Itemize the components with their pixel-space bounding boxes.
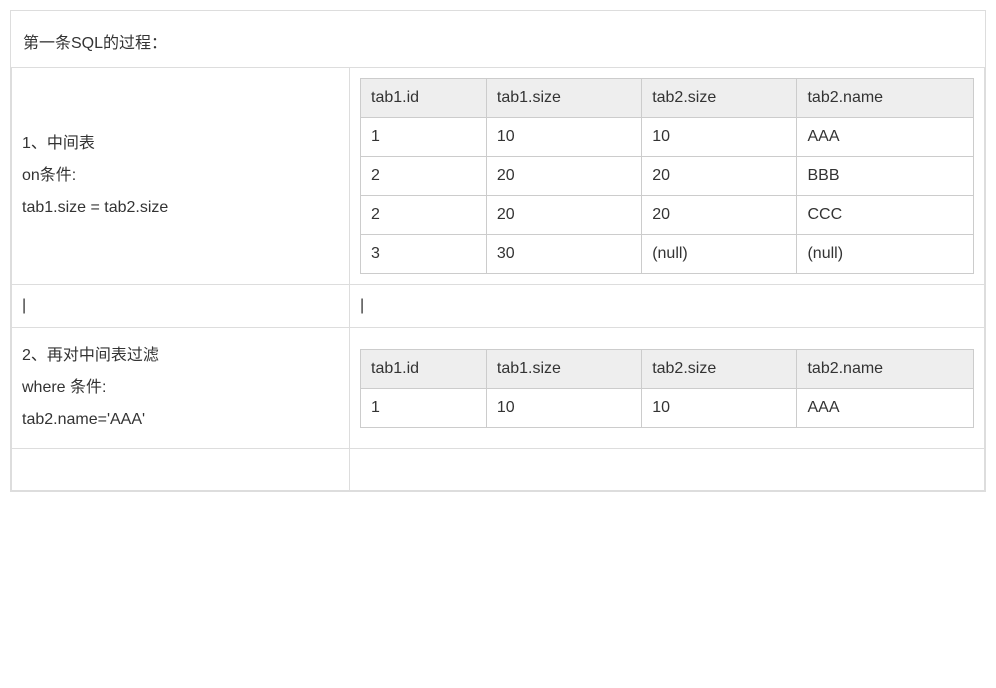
step-1-table-cell: tab1.id tab1.size tab2.size tab2.name 1 … <box>350 68 985 285</box>
separator-row: | | <box>12 285 985 328</box>
cell: 20 <box>642 196 796 234</box>
step-2-line-3: tab2.name='AAA' <box>22 411 145 428</box>
cell: 2 <box>361 196 486 234</box>
empty-cell-left <box>12 449 350 491</box>
table-row: 3 30 (null) (null) <box>361 235 973 273</box>
step-1-description: 1、中间表 on条件: tab1.size = tab2.size <box>12 68 350 285</box>
step-1-line-2: on条件: <box>22 167 76 184</box>
step-2-line-1: 2、再对中间表过滤 <box>22 347 159 364</box>
empty-row <box>12 449 985 491</box>
col-tab1-size: tab1.size <box>487 79 641 117</box>
filtered-table: tab1.id tab1.size tab2.size tab2.name 1 … <box>360 349 974 428</box>
cell: 1 <box>361 389 486 427</box>
col-tab1-id: tab1.id <box>361 79 486 117</box>
step-2-table-cell: tab1.id tab1.size tab2.size tab2.name 1 … <box>350 328 985 449</box>
cell: 3 <box>361 235 486 273</box>
separator-right: | <box>350 285 985 328</box>
cell: 1 <box>361 118 486 156</box>
cell: 20 <box>487 157 641 195</box>
col-tab2-name: tab2.name <box>797 79 973 117</box>
cell: AAA <box>797 389 973 427</box>
table-row: 1 10 10 AAA <box>361 118 973 156</box>
cell: 10 <box>487 389 641 427</box>
cell: BBB <box>797 157 973 195</box>
empty-cell-right <box>350 449 985 491</box>
table-row: 1 10 10 AAA <box>361 389 973 427</box>
col-tab1-id: tab1.id <box>361 350 486 388</box>
step-2-description: 2、再对中间表过滤 where 条件: tab2.name='AAA' <box>12 328 350 449</box>
cell: 20 <box>487 196 641 234</box>
step-1-line-3: tab1.size = tab2.size <box>22 199 168 216</box>
cell: 2 <box>361 157 486 195</box>
cell: (null) <box>797 235 973 273</box>
layout-table: 1、中间表 on条件: tab1.size = tab2.size tab1.i… <box>11 67 985 491</box>
step-2-row: 2、再对中间表过滤 where 条件: tab2.name='AAA' tab1… <box>12 328 985 449</box>
cell: 10 <box>642 389 796 427</box>
step-1-line-1: 1、中间表 <box>22 135 95 152</box>
step-2-line-2: where 条件: <box>22 379 106 396</box>
step-1-row: 1、中间表 on条件: tab1.size = tab2.size tab1.i… <box>12 68 985 285</box>
col-tab1-size: tab1.size <box>487 350 641 388</box>
cell: 30 <box>487 235 641 273</box>
table-row: 2 20 20 BBB <box>361 157 973 195</box>
cell: AAA <box>797 118 973 156</box>
col-tab2-size: tab2.size <box>642 79 796 117</box>
cell: 20 <box>642 157 796 195</box>
table-header-row: tab1.id tab1.size tab2.size tab2.name <box>361 79 973 117</box>
page-title: 第一条SQL的过程： <box>11 11 985 67</box>
col-tab2-name: tab2.name <box>797 350 973 388</box>
cell: CCC <box>797 196 973 234</box>
cell: 10 <box>642 118 796 156</box>
col-tab2-size: tab2.size <box>642 350 796 388</box>
table-row: 2 20 20 CCC <box>361 196 973 234</box>
cell: (null) <box>642 235 796 273</box>
separator-left: | <box>12 285 350 328</box>
intermediate-table: tab1.id tab1.size tab2.size tab2.name 1 … <box>360 78 974 274</box>
table-header-row: tab1.id tab1.size tab2.size tab2.name <box>361 350 973 388</box>
cell: 10 <box>487 118 641 156</box>
